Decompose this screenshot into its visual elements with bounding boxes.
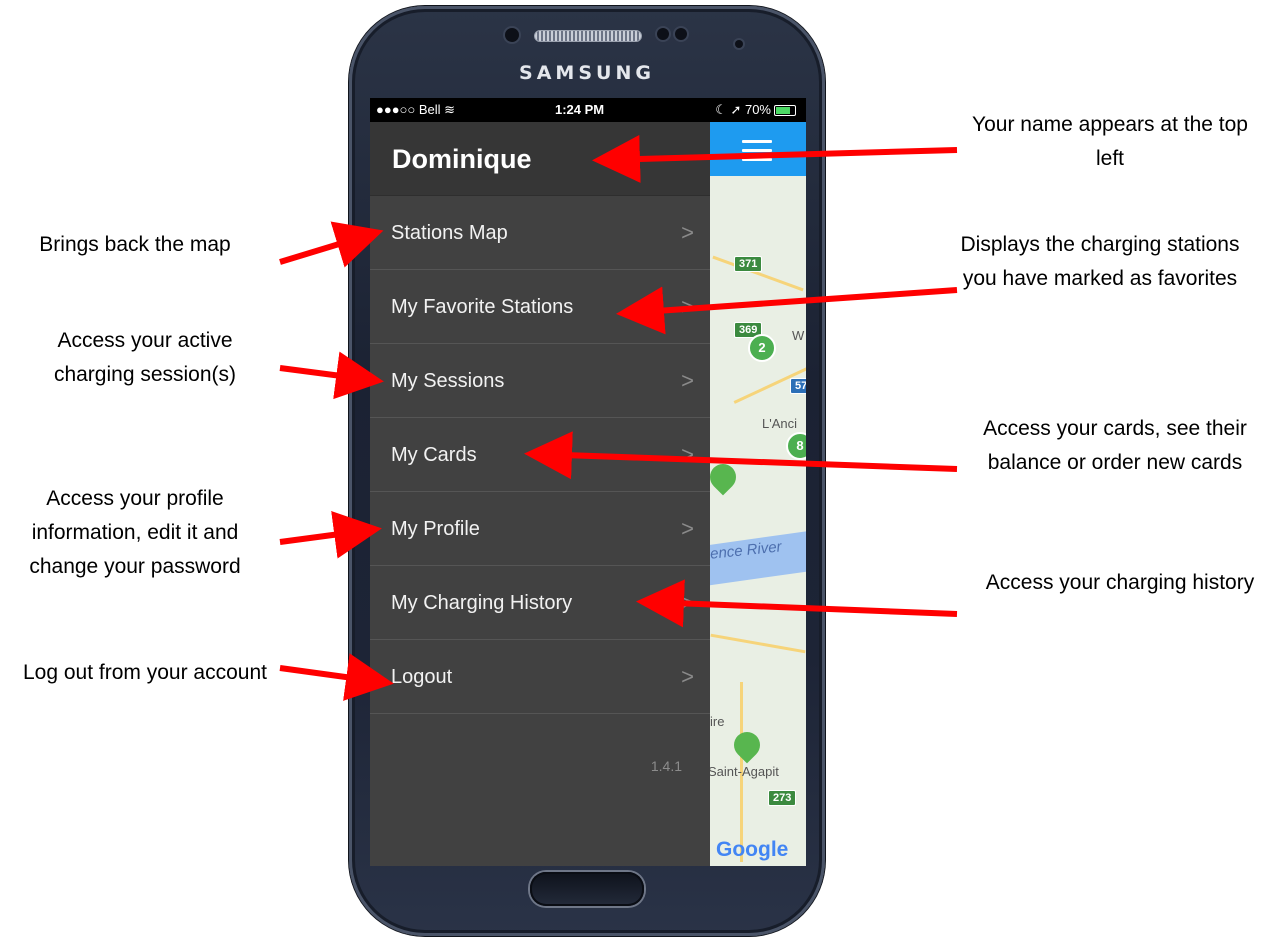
arrow-history xyxy=(636,579,958,628)
arrow-name xyxy=(592,134,958,183)
annotation-arrows xyxy=(279,134,958,701)
arrow-logout xyxy=(279,653,394,701)
arrow-cards xyxy=(524,431,958,480)
arrow-profile xyxy=(279,510,382,559)
arrow-sessions xyxy=(279,351,384,400)
arrow-map xyxy=(279,221,384,268)
arrow-favorites xyxy=(616,286,958,335)
